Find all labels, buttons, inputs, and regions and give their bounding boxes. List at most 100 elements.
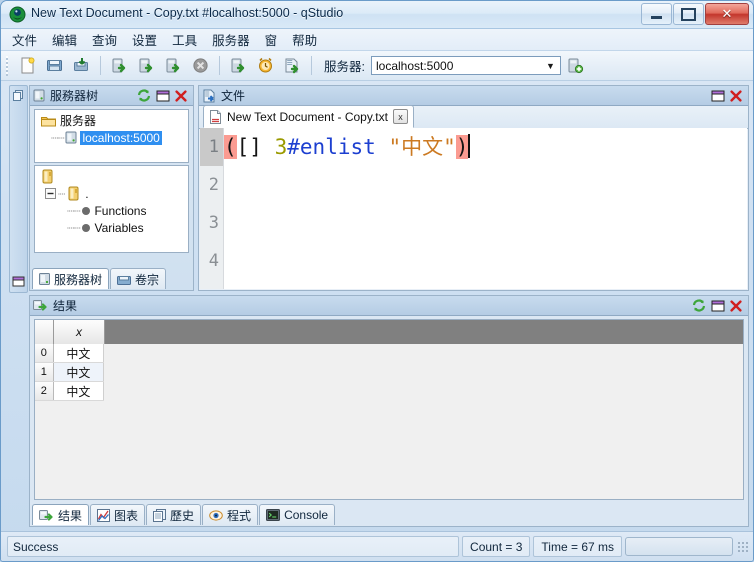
expand-collapse-icon[interactable] — [45, 188, 56, 199]
line-number-2: 2 — [208, 175, 219, 195]
run-query-icon[interactable] — [107, 53, 132, 78]
tab-program[interactable]: 程式 — [202, 504, 259, 525]
servers-tree[interactable]: 服务器 ┈┈ localhost:5000 — [34, 109, 189, 163]
document-tab-close-icon[interactable]: x — [392, 109, 408, 124]
results-panel: 结果 x 0 中文 1 中文 2 中文 结果 图表 歷史 程式 Console — [29, 295, 749, 527]
close-icon[interactable] — [730, 89, 742, 102]
bullet-icon — [82, 206, 91, 215]
results-panel-actions — [692, 299, 745, 312]
tree-connector-icon-2: ┈ — [58, 186, 65, 201]
tree-node-localhost[interactable]: ┈┈ localhost:5000 — [35, 129, 188, 146]
tab-documents-label: 卷宗 — [135, 272, 160, 287]
run-selection-icon[interactable] — [161, 53, 186, 78]
export-icon[interactable] — [280, 53, 305, 78]
results-grid[interactable]: x 0 中文 1 中文 2 中文 — [34, 319, 744, 500]
objects-tree[interactable]: ┈ . ┈┈ Functions ┈┈ Variables — [34, 165, 189, 253]
toolbar-separator — [100, 56, 101, 75]
server-tree-panel-header: 服務器树 — [30, 86, 193, 106]
minimize-button[interactable] — [641, 3, 672, 25]
tree-panel-tabs: 服務器树 卷宗 — [32, 267, 191, 289]
menu-file[interactable]: 文件 — [9, 29, 40, 50]
add-server-icon[interactable] — [563, 53, 588, 78]
server-select-value: localhost:5000 — [375, 58, 454, 73]
application-window: New Text Document - Copy.txt #localhost:… — [0, 0, 754, 562]
tree-node-functions[interactable]: ┈┈ Functions — [35, 202, 188, 219]
progress-bar — [625, 537, 733, 556]
chart-icon — [97, 508, 111, 522]
table-row[interactable]: 1 中文 — [35, 363, 104, 382]
refresh-server-icon[interactable] — [253, 53, 278, 78]
grid-rows: 0 中文 1 中文 2 中文 — [35, 344, 104, 401]
resize-grip[interactable] — [737, 540, 749, 553]
folder-icon — [41, 115, 56, 127]
restore-icon[interactable] — [711, 300, 725, 312]
title-bar: New Text Document - Copy.txt #localhost:… — [1, 1, 753, 29]
restore-icon[interactable] — [711, 90, 725, 102]
document-tab-label: New Text Document - Copy.txt — [227, 109, 388, 124]
qstudio-icon — [9, 6, 26, 23]
tab-documents[interactable]: 卷宗 — [110, 268, 167, 289]
new-file-icon[interactable] — [15, 53, 40, 78]
tab-server-tree-label: 服務器树 — [54, 272, 103, 287]
save-file-icon[interactable] — [69, 53, 94, 78]
close-icon[interactable] — [175, 89, 187, 102]
code-editor[interactable]: 1 2 3 4 ([] 3#enlist "中文") — [200, 128, 747, 289]
tab-results-label: 结果 — [58, 508, 83, 523]
tree-node-root-server[interactable] — [35, 166, 188, 185]
tab-server-tree[interactable]: 服務器树 — [32, 268, 110, 289]
stop-query-icon[interactable] — [188, 53, 213, 78]
namespace-folder-icon — [67, 186, 82, 202]
menu-edit[interactable]: 编辑 — [49, 29, 80, 50]
open-file-icon[interactable] — [42, 53, 67, 78]
tree-node-variables[interactable]: ┈┈ Variables — [35, 219, 188, 236]
refresh-icon[interactable] — [692, 299, 706, 312]
menu-settings[interactable]: 设置 — [129, 29, 160, 50]
row-index: 0 — [35, 344, 54, 362]
run-line-icon[interactable] — [134, 53, 159, 78]
left-dock-strip — [9, 85, 28, 293]
console-icon — [266, 509, 281, 521]
toolbar-grip[interactable] — [5, 55, 10, 76]
dock-restore-icon[interactable] — [11, 274, 26, 289]
menu-server[interactable]: 服务器 — [209, 29, 253, 50]
menu-tools[interactable]: 工具 — [169, 29, 200, 50]
grid-column-header-x[interactable]: x — [54, 320, 105, 344]
dock-windows-icon[interactable] — [11, 88, 26, 103]
results-tab-icon — [39, 509, 54, 522]
table-row[interactable]: 2 中文 — [35, 382, 104, 401]
menu-window[interactable]: 窗 — [262, 29, 281, 50]
document-tab-new-text-document[interactable]: New Text Document - Copy.txt x — [203, 105, 414, 128]
menu-query[interactable]: 查询 — [89, 29, 120, 50]
tree-connector-icon: ┈┈ — [51, 130, 64, 145]
tree-node-servers[interactable]: 服务器 — [35, 110, 188, 129]
text-caret — [468, 134, 471, 158]
server-tree-panel: 服務器树 服务器 ┈┈ localhost:5000 ┈ . ┈┈ Functi… — [29, 85, 194, 291]
editor-code-area[interactable]: ([] 3#enlist "中文") — [224, 128, 747, 289]
server-select[interactable]: localhost:5000 ▼ — [370, 56, 561, 75]
tab-console[interactable]: Console — [259, 504, 336, 525]
window-title: New Text Document - Copy.txt #localhost:… — [31, 6, 344, 20]
code-string: "中文" — [388, 135, 456, 159]
close-icon[interactable] — [730, 299, 742, 312]
program-icon — [209, 509, 223, 522]
run-server-icon[interactable] — [226, 53, 251, 78]
toolbar-separator-3 — [311, 56, 312, 75]
table-row[interactable]: 0 中文 — [35, 344, 104, 363]
tab-results[interactable]: 结果 — [32, 504, 90, 525]
close-button[interactable]: ✕ — [705, 3, 749, 25]
status-bar: Success Count = 3 Time = 67 ms — [1, 531, 753, 561]
tree-node-namespace[interactable]: ┈ . — [35, 185, 188, 202]
tab-program-label: 程式 — [227, 508, 252, 523]
code-brackets: [] — [236, 135, 262, 159]
refresh-icon[interactable] — [137, 89, 151, 102]
tab-chart[interactable]: 图表 — [90, 504, 146, 525]
maximize-button[interactable] — [673, 3, 704, 25]
results-grid-header: x — [35, 320, 743, 345]
menu-help[interactable]: 帮助 — [289, 29, 320, 50]
tab-chart-label: 图表 — [114, 508, 139, 523]
chevron-down-icon: ▼ — [546, 60, 555, 71]
server-tree-tab-icon — [39, 273, 50, 285]
tab-history[interactable]: 歷史 — [146, 504, 202, 525]
row-index: 2 — [35, 382, 54, 400]
restore-icon[interactable] — [156, 90, 170, 102]
